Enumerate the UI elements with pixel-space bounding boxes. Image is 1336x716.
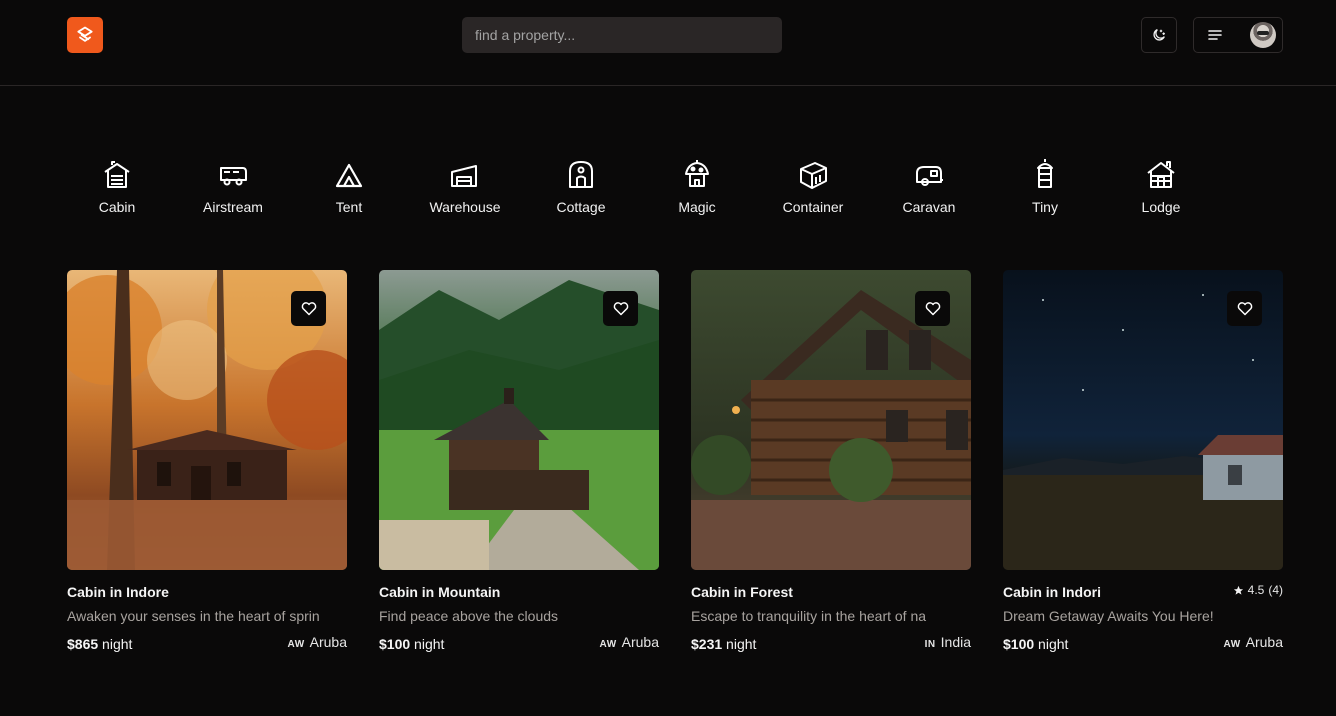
theme-toggle-button[interactable]: [1141, 17, 1177, 53]
listing-description: Awaken your senses in the heart of sprin: [67, 608, 320, 624]
category-magic[interactable]: Magic: [639, 158, 755, 222]
category-tent[interactable]: Tent: [291, 158, 407, 222]
listing-photo[interactable]: [67, 270, 347, 570]
category-bar: Cabin Airstream Tent Warehouse Cottage M…: [59, 158, 1219, 222]
menu-icon: [1208, 30, 1222, 40]
listing-description: Escape to tranquility in the heart of na: [691, 608, 927, 624]
listing-description: Dream Getaway Awaits You Here!: [1003, 608, 1214, 624]
airstream-icon: [220, 167, 247, 186]
category-label: Warehouse: [429, 199, 501, 215]
lodge-icon: [1147, 161, 1175, 188]
listing-price: $100 night: [379, 636, 445, 652]
category-caravan[interactable]: Caravan: [871, 158, 987, 222]
heart-icon: [301, 302, 316, 316]
category-label: Airstream: [203, 199, 263, 215]
category-lodge[interactable]: Lodge: [1103, 158, 1219, 222]
category-label: Cabin: [98, 199, 136, 215]
category-label: Tiny: [1032, 199, 1058, 215]
warehouse-icon: [451, 165, 477, 187]
heart-icon: [1237, 302, 1252, 316]
category-cottage[interactable]: Cottage: [523, 158, 639, 222]
listing-title: Cabin in Mountain: [379, 584, 501, 600]
tiny-icon: [1037, 159, 1053, 188]
category-tiny[interactable]: Tiny: [987, 158, 1103, 222]
listing-price: $100 night: [1003, 636, 1069, 652]
listing-country: IN India: [924, 634, 971, 650]
heart-icon: [613, 302, 628, 316]
container-icon: [800, 162, 827, 189]
listing-photo[interactable]: [1003, 270, 1283, 570]
listing-description: Find peace above the clouds: [379, 608, 559, 624]
listing-country: AW Aruba: [287, 634, 347, 650]
logo-icon: [77, 26, 93, 42]
listing-country: AW Aruba: [1223, 634, 1283, 650]
category-container[interactable]: Container: [755, 158, 871, 222]
category-label: Cottage: [556, 199, 606, 215]
listing-title: Cabin in Indore: [67, 584, 169, 600]
listing-country: AW Aruba: [599, 634, 659, 650]
listing-rating: 4.5 (4): [1233, 583, 1283, 597]
search-input[interactable]: [462, 17, 782, 53]
favorite-button[interactable]: [603, 291, 638, 326]
user-menu-button[interactable]: [1193, 17, 1283, 53]
listing-photo[interactable]: [379, 270, 659, 570]
moon-sun-icon: [1153, 29, 1165, 41]
header: [0, 0, 1336, 86]
caravan-icon: [916, 166, 943, 186]
star-icon: [1233, 585, 1243, 595]
listing-photo[interactable]: [691, 270, 971, 570]
category-warehouse[interactable]: Warehouse: [407, 158, 523, 222]
logo-button[interactable]: [67, 17, 103, 53]
category-label: Lodge: [1141, 199, 1181, 215]
category-label: Container: [782, 199, 844, 215]
favorite-button[interactable]: [1227, 291, 1262, 326]
cottage-icon: [569, 161, 593, 188]
listing-price: $865 night: [67, 636, 133, 652]
listing-card[interactable]: Cabin in Mountain Find peace above the c…: [379, 270, 659, 660]
category-label: Caravan: [902, 199, 956, 215]
category-cabin[interactable]: Cabin: [59, 158, 175, 222]
tent-icon: [335, 163, 363, 188]
category-airstream[interactable]: Airstream: [175, 158, 291, 222]
listing-card[interactable]: Cabin in Forest Escape to tranquility in…: [691, 270, 971, 660]
heart-icon: [925, 302, 940, 316]
category-label: Magic: [678, 199, 716, 215]
listing-card[interactable]: Cabin in Indore Awaken your senses in th…: [67, 270, 347, 660]
favorite-button[interactable]: [291, 291, 326, 326]
listing-card[interactable]: Cabin in Indori 4.5 (4) Dream Getaway Aw…: [1003, 270, 1283, 660]
magic-icon: [685, 160, 709, 187]
category-label: Tent: [335, 199, 363, 215]
avatar: [1250, 22, 1276, 48]
listing-price: $231 night: [691, 636, 757, 652]
cabin-icon: [104, 161, 130, 188]
favorite-button[interactable]: [915, 291, 950, 326]
listing-title: Cabin in Indori: [1003, 584, 1101, 600]
listing-title: Cabin in Forest: [691, 584, 793, 600]
